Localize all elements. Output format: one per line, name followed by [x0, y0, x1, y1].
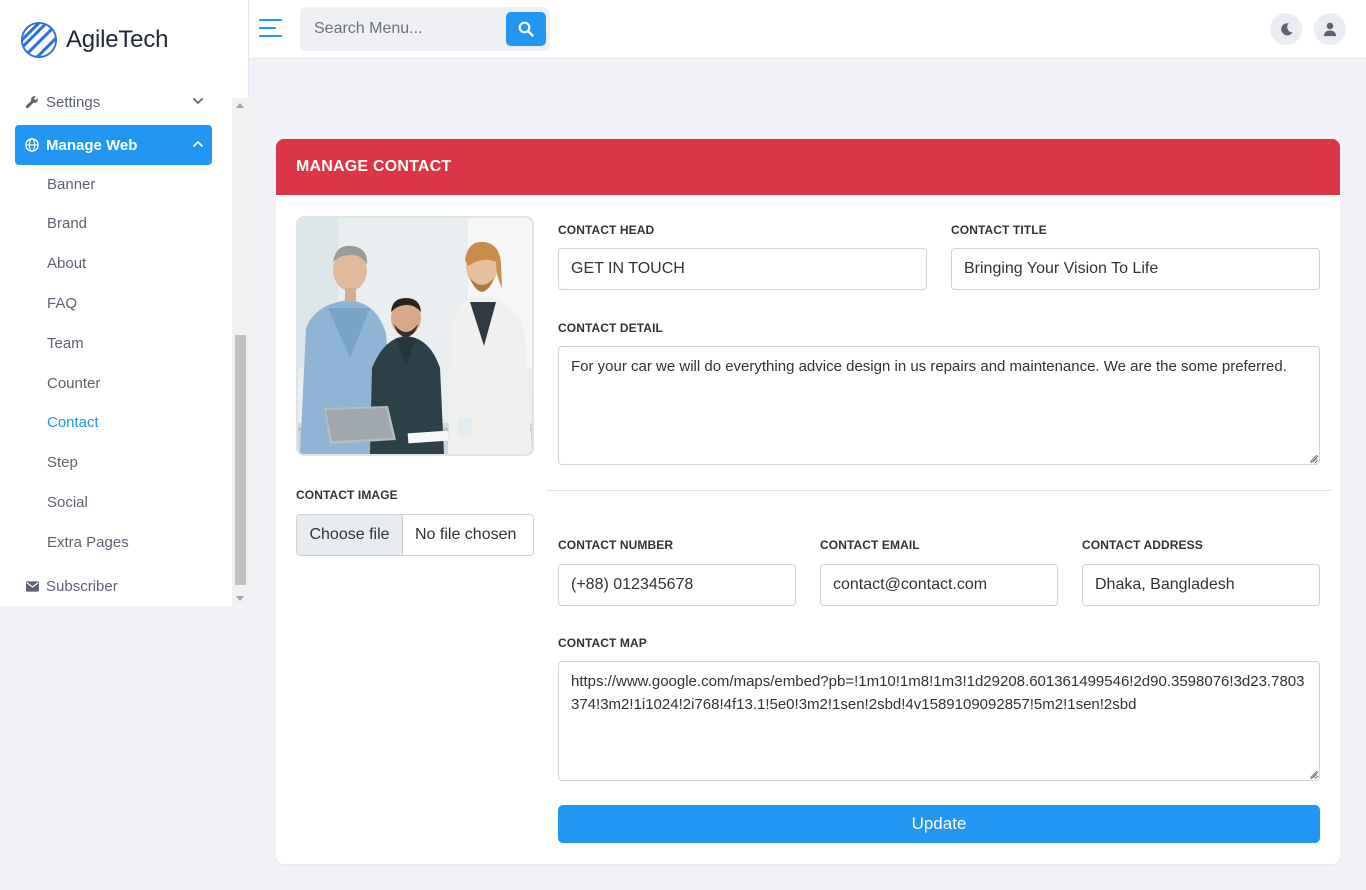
- sidebar-item-label: Manage Web: [46, 136, 138, 154]
- contact-address-input[interactable]: [1082, 564, 1320, 606]
- wrench-icon: [25, 95, 39, 109]
- resize-grip-icon[interactable]: [1308, 453, 1318, 463]
- resize-grip-icon[interactable]: [1308, 769, 1318, 779]
- contact-number-label: CONTACT NUMBER: [558, 538, 674, 552]
- hamburger-icon[interactable]: [259, 18, 282, 38]
- scroll-thumb[interactable]: [235, 335, 246, 585]
- sidebar-subitem-step[interactable]: Step: [47, 453, 78, 473]
- user-menu-button[interactable]: [1314, 13, 1346, 45]
- sidebar-subitem-social[interactable]: Social: [47, 493, 88, 513]
- sidebar-nav: Settings Manage Web Banner Brand About F…: [0, 80, 232, 606]
- sidebar-subitem-faq[interactable]: FAQ: [47, 294, 77, 314]
- sidebar: AgileTech Settings Manage Web Banner Bra…: [0, 0, 249, 606]
- contact-image-file-input[interactable]: Choose file No file chosen: [296, 514, 534, 556]
- envelope-icon: [25, 579, 39, 593]
- section-divider: [546, 490, 1332, 491]
- contact-detail-textarea[interactable]: For your car we will do everything advic…: [558, 346, 1320, 465]
- brand-name: AgileTech: [66, 26, 169, 53]
- sidebar-subitem-team[interactable]: Team: [47, 334, 84, 354]
- user-icon: [1323, 22, 1337, 36]
- search-button[interactable]: [506, 12, 546, 46]
- contact-image-preview: [296, 216, 534, 456]
- sidebar-item-subscriber[interactable]: Subscriber: [15, 566, 212, 606]
- sidebar-subitem-banner[interactable]: Banner: [47, 175, 95, 195]
- contact-map-label: CONTACT MAP: [558, 636, 647, 650]
- contact-address-label: CONTACT ADDRESS: [1082, 538, 1203, 552]
- chevron-down-icon: [193, 98, 203, 104]
- file-status-text: No file chosen: [415, 526, 517, 543]
- dark-mode-toggle[interactable]: [1270, 13, 1302, 45]
- sidebar-item-label: Settings: [46, 93, 101, 111]
- contact-head-label: CONTACT HEAD: [558, 223, 655, 237]
- contact-title-input[interactable]: [951, 248, 1320, 290]
- globe-icon: [25, 138, 39, 152]
- sidebar-subitem-contact[interactable]: Contact: [47, 413, 99, 433]
- update-button[interactable]: Update: [558, 805, 1320, 843]
- search-box: [300, 7, 550, 51]
- sidebar-scrollbar[interactable]: [232, 98, 249, 606]
- contact-title-label: CONTACT TITLE: [951, 223, 1047, 237]
- card-title: MANAGE CONTACT: [276, 139, 1340, 195]
- brand-logo-icon: [20, 21, 58, 59]
- sidebar-subitem-counter[interactable]: Counter: [47, 374, 100, 394]
- sidebar-item-manage-web[interactable]: Manage Web: [15, 125, 212, 165]
- sidebar-item-label: Subscriber: [46, 577, 118, 595]
- sidebar-subitem-brand[interactable]: Brand: [47, 214, 87, 234]
- chevron-up-icon: [193, 141, 203, 147]
- search-input[interactable]: [300, 7, 500, 51]
- scroll-up-arrow-icon[interactable]: [236, 103, 244, 108]
- sidebar-item-settings[interactable]: Settings: [15, 82, 212, 122]
- contact-image-label: CONTACT IMAGE: [296, 488, 398, 502]
- contact-map-textarea[interactable]: https://www.google.com/maps/embed?pb=!1m…: [558, 661, 1320, 781]
- contact-detail-label: CONTACT DETAIL: [558, 321, 663, 335]
- contact-email-label: CONTACT EMAIL: [820, 538, 920, 552]
- sidebar-subitem-about[interactable]: About: [47, 254, 86, 274]
- top-bar: [249, 0, 1366, 59]
- choose-file-button[interactable]: Choose file: [297, 515, 403, 555]
- contact-head-input[interactable]: [558, 248, 927, 290]
- moon-icon: [1280, 22, 1293, 35]
- scroll-down-arrow-icon[interactable]: [236, 596, 244, 601]
- manage-contact-card: MANAGE CONTACT CONTACT IMAGE Choose file…: [276, 139, 1340, 864]
- contact-number-input[interactable]: [558, 564, 796, 606]
- brand[interactable]: AgileTech: [0, 0, 248, 80]
- contact-email-input[interactable]: [820, 564, 1058, 606]
- search-icon: [518, 21, 534, 37]
- sidebar-subitem-extra-pages[interactable]: Extra Pages: [47, 533, 129, 553]
